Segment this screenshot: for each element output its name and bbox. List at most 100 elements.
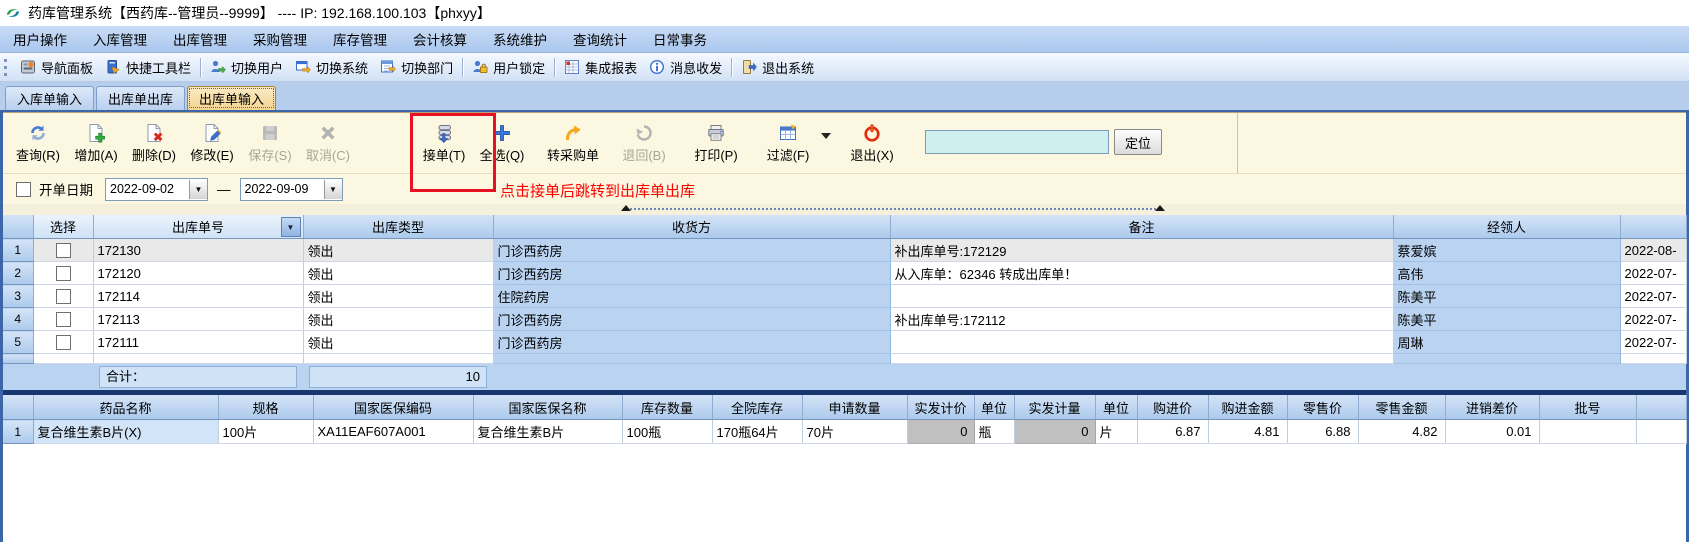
row-checkbox[interactable] [55,334,71,350]
order-cell-type[interactable]: 领出 [303,307,494,331]
order-row-3[interactable]: 3 172114 领出 住院药房 陈美平 2022-07- [3,284,1687,308]
order-cell-receiver[interactable]: 门诊西药房 [493,261,891,285]
detail-row-1[interactable]: 1 复合维生素B片(X) 100片 XA11EAF607A001 复合维生素B片 100瓶… [3,419,1687,444]
detail-cell-nhsa_code[interactable]: XA11EAF607A001 [313,419,474,444]
menu-item-1[interactable]: 入库管理 [80,26,160,52]
order-cell-date[interactable]: 2022-07- [1620,307,1687,331]
splitter-bar[interactable] [3,204,1686,215]
row-number[interactable]: 1 [3,419,34,444]
detail-cell-hospital_stock[interactable]: 170瓶64片 [712,419,803,444]
order-cell-handler[interactable]: 陈美平 [1393,307,1621,331]
chevron-down-icon[interactable]: ▼ [323,179,342,199]
row-number[interactable]: 5 [3,330,34,354]
locate-input[interactable] [925,130,1109,154]
detail-cell-price_diff[interactable]: 0.01 [1445,419,1540,444]
tab-0[interactable]: 入库单输入 [5,86,95,110]
menu-item-5[interactable]: 会计核算 [400,26,480,52]
order-cell-remark[interactable] [890,284,1394,308]
order-cell-date[interactable]: 2022-08- [1620,238,1687,262]
detail-cell-issue_count_unit[interactable]: 片 [1095,419,1138,444]
date-to-combo[interactable]: 2022-09-09 ▼ [239,177,343,201]
order-cell-order_no[interactable]: 172113 [93,307,304,331]
order-cell-order_no[interactable]: 172120 [93,261,304,285]
order-cell-date[interactable]: 2022-07- [1620,284,1687,308]
toolbar-item-switch-user[interactable]: 切换用户 [204,55,289,79]
toolbar-item-nav-panel[interactable]: 导航面板 [14,55,99,79]
splitter-handle[interactable] [621,205,1165,211]
order-row-2[interactable]: 2 172120 领出 门诊西药房 从入库单：62346 转成出库单！ 高伟 2022-07… [3,261,1687,285]
toolbar-item-exit-system[interactable]: 退出系统 [735,55,820,79]
filter-dropdown-caret-icon[interactable] [821,133,831,139]
row-number[interactable]: 2 [3,261,34,285]
collapse-up-icon[interactable] [1155,205,1165,211]
menu-item-0[interactable]: 用户操作 [0,26,80,52]
order-cell-receiver[interactable]: 住院药房 [493,284,891,308]
detail-cell-nhsa_name[interactable]: 复合维生素B片 [473,419,623,444]
orders-col-header-2[interactable]: 出库单号 ▼ [93,215,304,239]
row-checkbox[interactable] [55,242,71,258]
detail-cell-batch_no[interactable] [1539,419,1637,444]
toolbar-item-switch-system[interactable]: 切换系统 [289,55,374,79]
order-cell-handler[interactable]: 周琳 [1393,330,1621,354]
row-checkbox[interactable] [55,288,71,304]
menu-item-8[interactable]: 日常事务 [640,26,720,52]
detail-cell-request_qty[interactable]: 70片 [802,419,908,444]
order-cell-handler[interactable]: 陈美平 [1393,284,1621,308]
order-cell-order_no[interactable]: 172114 [93,284,304,308]
action-button-select-all[interactable]: 全选(Q) [473,117,531,169]
order-cell-order_no[interactable]: 172111 [93,330,304,354]
order-cell-receiver[interactable]: 门诊西药房 [493,238,891,262]
row-number[interactable]: 3 [3,284,34,308]
date-filter-checkbox[interactable] [16,181,31,197]
action-button-print[interactable]: 打印(P) [687,117,745,169]
row-checkbox[interactable] [55,265,71,281]
detail-cell-issue_price_qty[interactable]: 0 [907,419,975,444]
date-from-combo[interactable]: 2022-09-02 ▼ [105,177,208,201]
order-cell-date[interactable]: 2022-07- [1620,261,1687,285]
tab-1[interactable]: 出库单出库 [96,86,186,110]
menu-item-3[interactable]: 采购管理 [240,26,320,52]
detail-cell-name[interactable]: 复合维生素B片(X) [33,419,219,444]
order-row-1[interactable]: 1 172130 领出 门诊西药房 补出库单号:172129 蔡爱嫔 2022-08- [3,238,1687,262]
action-button-to-purchase[interactable]: 转采购单 [537,117,609,169]
order-row-5[interactable]: 5 172111 领出 门诊西药房 周琳 2022-07- [3,330,1687,354]
order-cell-remark[interactable]: 从入库单：62346 转成出库单！ [890,261,1394,285]
order-cell-handler[interactable]: 高伟 [1393,261,1621,285]
toolbar-item-switch-dept[interactable]: 切换部门 [374,55,459,79]
order-row-4[interactable]: 4 172113 领出 门诊西药房 补出库单号:172112 陈美平 2022-07- [3,307,1687,331]
toolbar-item-quick-toolbar[interactable]: 快捷工具栏 [99,55,197,79]
action-button-edit[interactable]: 修改(E) [183,117,241,169]
action-button-add[interactable]: 增加(A) [67,117,125,169]
menu-item-4[interactable]: 库存管理 [320,26,400,52]
detail-cell-purchase_amount[interactable]: 4.81 [1208,419,1288,444]
order-cell-type[interactable]: 领出 [303,330,494,354]
menu-item-6[interactable]: 系统维护 [480,26,560,52]
collapse-up-icon[interactable] [621,205,631,211]
action-button-filter[interactable]: 过滤(F) [759,117,817,169]
order-cell-receiver[interactable]: 门诊西药房 [493,330,891,354]
detail-cell-spec[interactable]: 100片 [218,419,314,444]
tab-2[interactable]: 出库单输入 [187,86,277,110]
order-cell-remark[interactable]: 补出库单号:172129 [890,238,1394,262]
detail-cell-purchase_price[interactable]: 6.87 [1137,419,1209,444]
chevron-down-icon[interactable]: ▼ [189,179,207,199]
toolbar-item-message[interactable]: 消息收发 [643,55,728,79]
menu-item-2[interactable]: 出库管理 [160,26,240,52]
order-cell-remark[interactable]: 补出库单号:172112 [890,307,1394,331]
order-cell-type[interactable]: 领出 [303,238,494,262]
toolbar-item-report[interactable]: 集成报表 [558,55,643,79]
row-number[interactable]: 1 [3,238,34,262]
detail-cell-issue_price_unit[interactable]: 瓶 [974,419,1015,444]
detail-cell-stock_qty[interactable]: 100瓶 [622,419,713,444]
order-cell-type[interactable]: 领出 [303,261,494,285]
detail-cell-retail_price[interactable]: 6.88 [1287,419,1359,444]
action-button-refresh[interactable]: 查询(R) [9,117,67,169]
locate-button[interactable]: 定位 [1114,129,1162,155]
row-checkbox[interactable] [55,311,71,327]
order-cell-order_no[interactable]: 172130 [93,238,304,262]
column-filter-button[interactable]: ▼ [280,217,301,237]
order-cell-receiver[interactable]: 门诊西药房 [493,307,891,331]
menu-item-7[interactable]: 查询统计 [560,26,640,52]
order-cell-date[interactable]: 2022-07- [1620,330,1687,354]
order-cell-type[interactable]: 领出 [303,284,494,308]
